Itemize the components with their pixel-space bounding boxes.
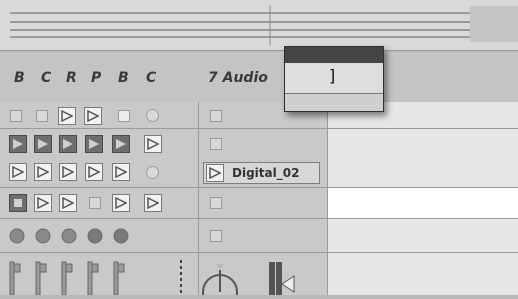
play-triangle-icon[interactable]: [34, 163, 52, 181]
play-triangle-icon[interactable]: [9, 135, 27, 153]
play-triangle-icon[interactable]: [85, 163, 103, 181]
play-triangle-icon[interactable]: [112, 135, 130, 153]
play-triangle-icon[interactable]: [144, 135, 162, 153]
meter-icon[interactable]: [8, 258, 188, 299]
play-triangle-icon[interactable]: [84, 107, 102, 125]
clip-slot-stop[interactable]: [210, 138, 222, 150]
header-col-p[interactable]: P: [91, 70, 101, 86]
stop-square-icon[interactable]: [89, 197, 101, 209]
header-col-b1[interactable]: B: [14, 70, 25, 86]
grid-col-divider: [327, 102, 328, 295]
popup-value-field[interactable]: ]: [285, 63, 383, 94]
selected-scene-slot[interactable]: [328, 188, 518, 218]
play-triangle-icon[interactable]: [59, 135, 77, 153]
header-col-r[interactable]: R: [66, 70, 77, 86]
popup-value: ]: [329, 66, 336, 85]
clip-stop-button[interactable]: [10, 110, 22, 122]
grid-row-divider: [0, 218, 518, 219]
play-triangle-icon[interactable]: [112, 163, 130, 181]
play-triangle-icon[interactable]: [144, 194, 162, 212]
track-header-row: B C R P B C 7 Audio: [0, 52, 518, 103]
track-status-icon[interactable]: [9, 228, 149, 248]
pan-knob-icon[interactable]: [196, 258, 296, 299]
arrangement-overview[interactable]: [0, 0, 518, 51]
clip-stop-button[interactable]: [36, 110, 48, 122]
grid-row-divider: [0, 187, 518, 188]
play-triangle-icon[interactable]: [112, 194, 130, 212]
clip-slot-stop[interactable]: [210, 197, 222, 209]
play-triangle-icon[interactable]: [34, 194, 52, 212]
stop-square-icon[interactable]: [118, 110, 130, 122]
header-col-b2[interactable]: B: [118, 70, 129, 86]
header-col-c1[interactable]: C: [41, 70, 51, 86]
stop-square-icon[interactable]: [9, 194, 27, 212]
play-triangle-icon[interactable]: [34, 135, 52, 153]
header-col-c2[interactable]: C: [146, 70, 156, 86]
clip-name: Digital_02: [232, 166, 300, 180]
play-triangle-icon[interactable]: [9, 163, 27, 181]
clip-slot-stop[interactable]: [210, 230, 222, 242]
circle-icon[interactable]: [146, 166, 159, 179]
play-triangle-icon[interactable]: [59, 194, 77, 212]
audio-clip[interactable]: Digital_02: [203, 162, 320, 184]
play-triangle-icon[interactable]: [59, 163, 77, 181]
overview-lanes: [10, 5, 518, 45]
play-triangle-icon[interactable]: [58, 107, 76, 125]
popup-title-bar: [285, 47, 383, 63]
grid-row-divider: [0, 252, 518, 253]
circle-icon[interactable]: [146, 109, 159, 122]
play-triangle-icon[interactable]: [85, 135, 103, 153]
track-name[interactable]: 7 Audio: [208, 70, 268, 86]
clip-play-icon[interactable]: [206, 164, 224, 182]
value-edit-popup[interactable]: ]: [284, 46, 384, 112]
clip-slot-stop[interactable]: [210, 110, 222, 122]
grid-row-divider: [0, 128, 518, 129]
